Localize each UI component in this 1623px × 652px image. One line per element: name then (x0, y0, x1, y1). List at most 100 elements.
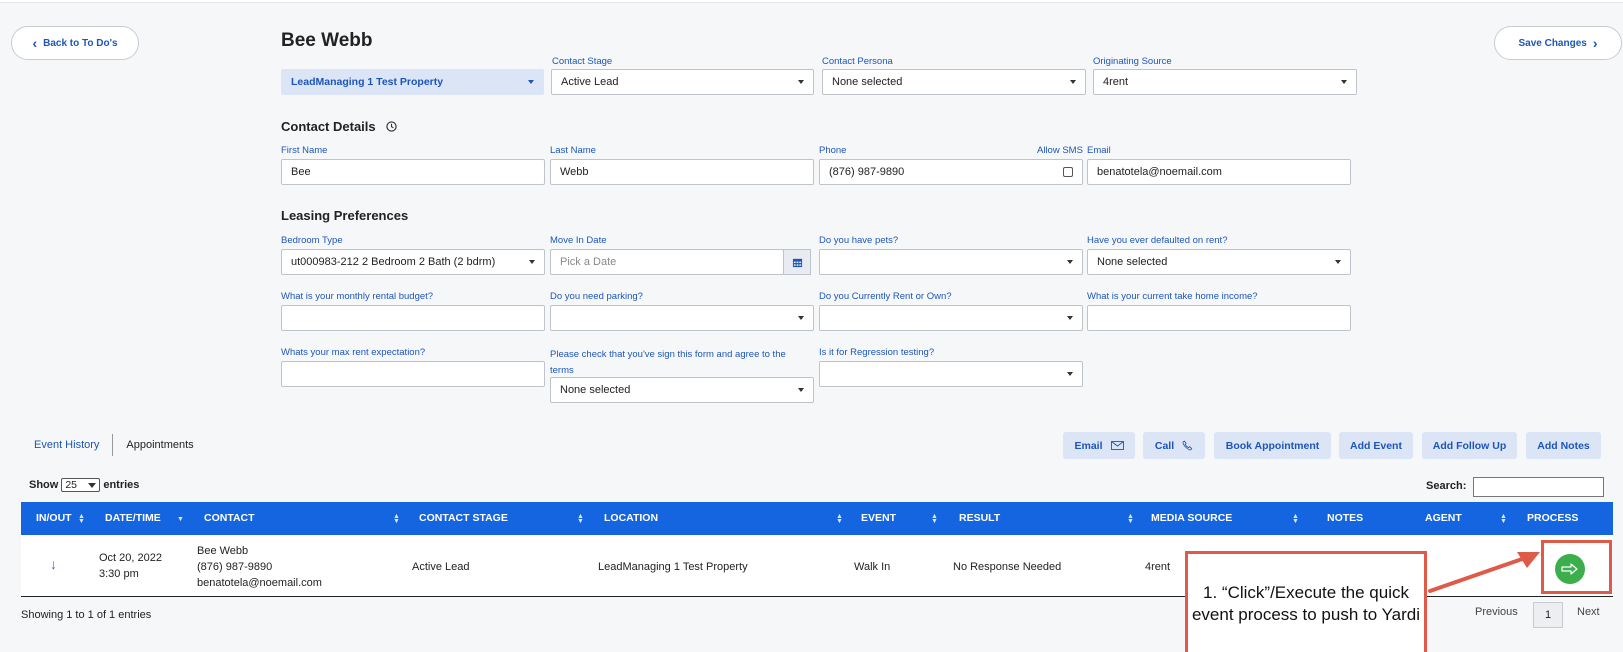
save-changes-button[interactable]: Save Changes › (1494, 26, 1622, 60)
add-event-button[interactable]: Add Event (1339, 432, 1413, 459)
leasing-preferences-heading: Leasing Preferences (281, 208, 409, 223)
entries-label: entries (103, 479, 140, 491)
phone-field[interactable]: (876) 987-9890 (819, 159, 1083, 185)
sort-icon[interactable]: ▲ ▼ (1500, 513, 1507, 525)
col-agent[interactable]: AGENT (1425, 512, 1462, 524)
top-border (0, 0, 1623, 3)
entries-per-page-select[interactable]: 25 (61, 478, 101, 492)
sort-icon[interactable]: ▲ ▼ (1292, 513, 1299, 525)
sort-icon[interactable]: ▲ ▼ (836, 513, 843, 525)
row-contact-email: benatotela@noemail.com (197, 577, 322, 589)
caret-down-icon (1335, 260, 1341, 264)
caret-down-icon (1067, 260, 1073, 264)
regression-label: Is it for Regression testing? (819, 347, 935, 358)
email-field[interactable]: benatotela@noemail.com (1087, 159, 1351, 185)
col-contact[interactable]: CONTACT (204, 512, 255, 524)
last-name-field[interactable]: Webb (550, 159, 814, 185)
col-event[interactable]: EVENT (861, 512, 896, 524)
defaulted-value: None selected (1097, 256, 1168, 268)
search-input[interactable] (1473, 477, 1604, 497)
caret-down-icon (528, 80, 534, 84)
col-result[interactable]: RESULT (959, 512, 1000, 524)
inbound-arrow-icon: ↓ (50, 556, 57, 572)
call-button-label: Call (1154, 439, 1175, 452)
col-contact-stage[interactable]: CONTACT STAGE (419, 512, 508, 524)
back-button-label: Back to To Do's (43, 37, 118, 49)
originating-source-value: 4rent (1103, 76, 1129, 88)
sort-icon[interactable]: ▲ ▼ (1127, 513, 1134, 525)
terms-select[interactable]: None selected (550, 377, 814, 403)
call-button[interactable]: Call (1143, 432, 1205, 459)
show-entries-control: Show 25 entries (29, 478, 139, 492)
show-label: Show (29, 479, 59, 491)
add-follow-up-button[interactable]: Add Follow Up (1422, 432, 1517, 459)
search-label: Search: (1426, 480, 1467, 492)
email-label: Email (1087, 145, 1111, 156)
calendar-button[interactable] (783, 249, 811, 275)
book-appointment-button[interactable]: Book Appointment (1214, 432, 1331, 459)
contact-details-heading: Contact Details (281, 119, 397, 134)
allow-sms-checkbox[interactable] (1063, 167, 1073, 177)
row-contact-name: Bee Webb (197, 545, 249, 557)
row-contact-stage: Active Lead (412, 561, 470, 573)
tab-appointments[interactable]: Appointments (126, 439, 193, 451)
chevron-left-icon: ‹ (32, 35, 38, 51)
sort-icon[interactable]: ▲ ▼ (577, 513, 584, 525)
contact-stage-select[interactable]: Active Lead (551, 69, 814, 95)
tab-divider (112, 434, 114, 456)
event-tabs: Event History Appointments (34, 434, 194, 456)
calendar-icon (792, 258, 802, 267)
email-button[interactable]: Email (1063, 432, 1135, 459)
add-notes-button[interactable]: Add Notes (1526, 432, 1601, 459)
bedroom-type-select[interactable]: ut000983-212 2 Bedroom 2 Bath (2 bdrm) (281, 249, 545, 275)
property-select[interactable]: LeadManaging 1 Test Property (281, 69, 544, 95)
originating-source-select[interactable]: 4rent (1093, 69, 1357, 95)
contact-persona-select[interactable]: None selected (822, 69, 1086, 95)
caret-down-icon (529, 260, 535, 264)
col-notes[interactable]: NOTES (1327, 512, 1363, 524)
sort-icon[interactable]: ▲ ▼ (931, 513, 938, 525)
email-button-label: Email (1074, 439, 1103, 452)
annotation-callout: 1. “Click”/Execute the quick event proce… (1185, 551, 1427, 652)
budget-field[interactable] (281, 305, 545, 331)
history-clock-icon[interactable] (385, 121, 397, 132)
sort-icon[interactable]: ▲ ▼ (78, 513, 85, 525)
parking-select[interactable] (550, 305, 814, 331)
col-date-time[interactable]: DATE/TIME (105, 512, 161, 524)
next-page-button[interactable]: Next (1577, 606, 1600, 618)
income-field[interactable] (1087, 305, 1351, 331)
back-button[interactable]: ‹ Back to To Do's (11, 26, 139, 60)
contact-stage-value: Active Lead (561, 76, 619, 88)
tab-event-history[interactable]: Event History (34, 439, 99, 451)
max-rent-field[interactable] (281, 361, 545, 387)
defaulted-select[interactable]: None selected (1087, 249, 1351, 275)
allow-sms-label: Allow SMS (1037, 145, 1083, 156)
process-highlight-box (1541, 540, 1612, 594)
event-time: 3:30 pm (99, 568, 139, 580)
table-info: Showing 1 to 1 of 1 entries (21, 609, 152, 621)
move-in-date-field[interactable]: Pick a Date (550, 249, 784, 275)
last-name-label: Last Name (550, 145, 596, 156)
pets-select[interactable] (819, 249, 1083, 275)
col-location[interactable]: LOCATION (604, 512, 658, 524)
caret-down-icon (1067, 316, 1073, 320)
move-in-date-label: Move In Date (550, 235, 607, 246)
first-name-field[interactable]: Bee (281, 159, 545, 185)
page-number-button[interactable]: 1 (1533, 602, 1563, 628)
previous-page-button[interactable]: Previous (1475, 606, 1518, 618)
parking-label: Do you need parking? (550, 291, 643, 302)
regression-select[interactable] (819, 361, 1083, 387)
rent-or-own-select[interactable] (819, 305, 1083, 331)
bedroom-type-value: ut000983-212 2 Bedroom 2 Bath (2 bdrm) (291, 256, 496, 268)
sort-desc-icon[interactable]: ▼ (177, 516, 184, 523)
col-media-source[interactable]: MEDIA SOURCE (1151, 512, 1232, 524)
col-in-out[interactable]: IN/OUT (36, 512, 72, 524)
terms-value: None selected (560, 384, 631, 396)
first-name-label: First Name (281, 145, 328, 156)
phone-icon (1182, 440, 1193, 451)
col-process[interactable]: PROCESS (1527, 512, 1578, 524)
caret-down-icon (1067, 372, 1073, 376)
caret-down-icon (798, 80, 804, 84)
sort-icon[interactable]: ▲ ▼ (393, 513, 400, 525)
contact-stage-label: Contact Stage (552, 56, 613, 67)
